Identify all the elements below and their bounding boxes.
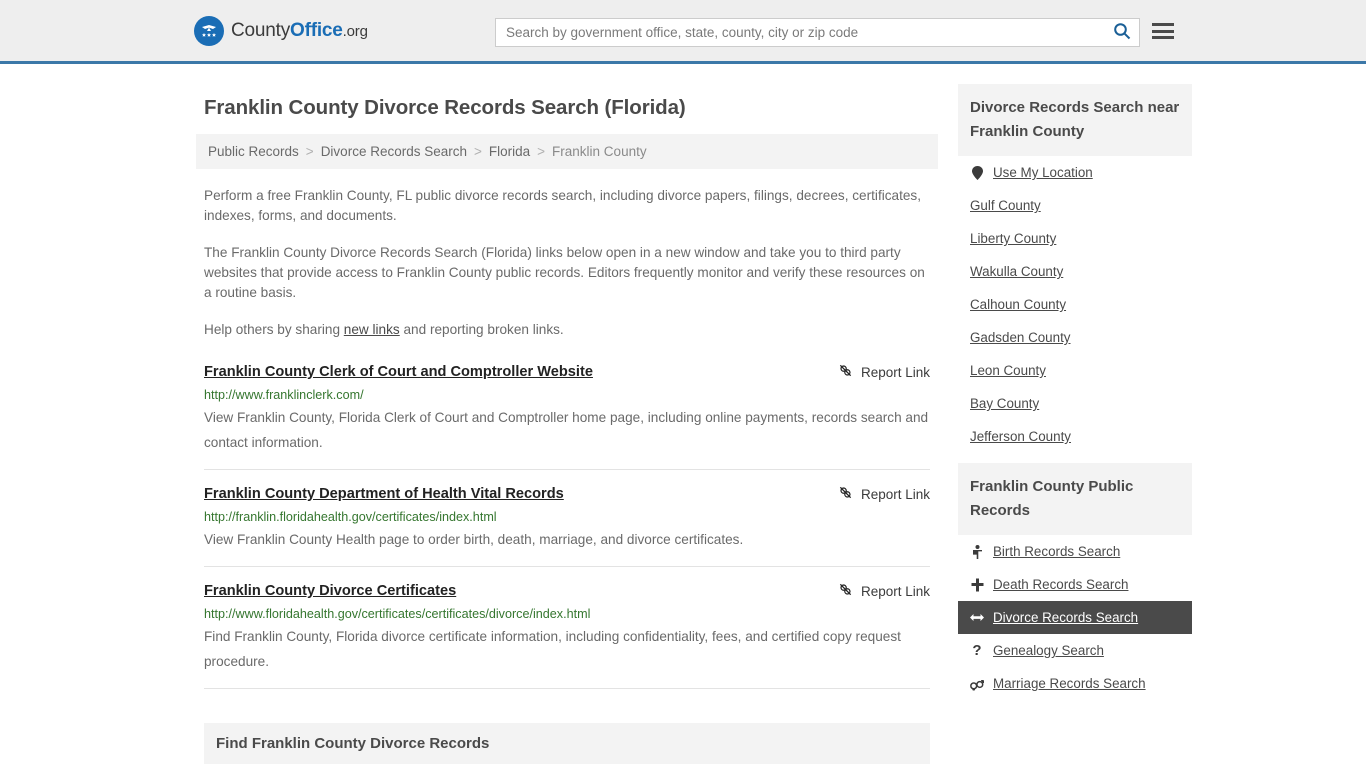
sidebar-panel-heading: Franklin County Public Records bbox=[958, 463, 1192, 535]
intro-paragraph-2: The Franklin County Divorce Records Sear… bbox=[204, 245, 925, 300]
site-logo[interactable]: CountyOffice.org bbox=[194, 15, 368, 46]
sidebar-item-label: Jefferson County bbox=[970, 429, 1071, 444]
cross-icon bbox=[970, 578, 984, 592]
result-description: View Franklin County Health page to orde… bbox=[204, 532, 744, 547]
question-mark-icon: ? bbox=[972, 642, 982, 659]
logo-text-county: County bbox=[231, 19, 291, 41]
report-link-label: Report Link bbox=[860, 486, 930, 502]
sidebar-item-label: Marriage Records Search bbox=[993, 676, 1146, 691]
breadcrumb-separator: > bbox=[537, 144, 546, 159]
result-url: http://www.franklinclerk.com/ bbox=[204, 388, 364, 402]
result-header: Franklin County Clerk of Court and Compt… bbox=[204, 362, 930, 382]
sidebar-item-label: Birth Records Search bbox=[993, 544, 1121, 559]
baby-icon bbox=[970, 544, 984, 559]
sidebar-item-label: Liberty County bbox=[970, 231, 1057, 246]
sidebar-item-label: Gulf County bbox=[970, 198, 1041, 213]
find-records-section-heading: Find Franklin County Divorce Records bbox=[204, 723, 930, 764]
report-link-label: Report Link bbox=[860, 364, 930, 380]
result-url: http://franklin.floridahealth.gov/certif… bbox=[204, 510, 497, 524]
sidebar-item-label: Leon County bbox=[970, 363, 1046, 378]
result-item: Franklin County Divorce Certificates Repo… bbox=[204, 567, 930, 689]
result-item: Franklin County Department of Health Vit… bbox=[204, 470, 930, 567]
result-description: Find Franklin County, Florida divorce ce… bbox=[204, 629, 901, 669]
sidebar-item-liberty-county[interactable]: Liberty County bbox=[958, 222, 1192, 255]
sidebar-item-genealogy-search[interactable]: ? Genealogy Search bbox=[958, 634, 1192, 667]
result-url: http://www.floridahealth.gov/certificate… bbox=[204, 607, 591, 621]
left-right-arrow-icon bbox=[970, 612, 984, 623]
result-item: Franklin County Clerk of Court and Compt… bbox=[204, 362, 930, 470]
sidebar-item-leon-county[interactable]: Leon County bbox=[958, 354, 1192, 387]
report-link-button[interactable]: Report Link bbox=[838, 362, 930, 381]
sidebar-panel: Franklin County Public Records Birth Reco… bbox=[958, 463, 1192, 700]
breadcrumb: Public Records > Divorce Records Search > Fl… bbox=[196, 134, 938, 169]
result-header: Franklin County Divorce Certificates Repo… bbox=[204, 581, 930, 601]
sidebar-item-label: Genealogy Search bbox=[993, 643, 1104, 658]
logo-text-org: .org bbox=[342, 22, 368, 40]
site-logo-text: CountyOffice.org bbox=[231, 20, 368, 42]
page-title: Franklin County Divorce Records Search (… bbox=[204, 96, 686, 119]
map-pin-icon bbox=[970, 165, 984, 180]
sidebar-item-bay-county[interactable]: Bay County bbox=[958, 387, 1192, 420]
result-title-link[interactable]: Franklin County Department of Health Vit… bbox=[204, 484, 564, 504]
sidebar-item-gulf-county[interactable]: Gulf County bbox=[958, 189, 1192, 222]
sidebar-item-marriage-records-search[interactable]: Marriage Records Search bbox=[958, 667, 1192, 700]
intro-p3-before: Help others by sharing bbox=[204, 322, 344, 337]
broken-link-icon bbox=[838, 485, 853, 503]
sidebar-panel-list: Birth Records Search Death Records Search… bbox=[958, 535, 1192, 700]
result-header: Franklin County Department of Health Vit… bbox=[204, 484, 930, 504]
main-content: Franklin County Divorce Records Search (… bbox=[196, 64, 938, 768]
sidebar-item-divorce-records-search[interactable]: Divorce Records Search bbox=[958, 601, 1192, 634]
eagle-stars-seal-icon bbox=[194, 15, 224, 46]
breadcrumb-item-4: Franklin County bbox=[552, 144, 647, 159]
new-links-link[interactable]: new links bbox=[344, 322, 400, 337]
results-list: Franklin County Clerk of Court and Compt… bbox=[196, 362, 938, 689]
report-link-label: Report Link bbox=[860, 583, 930, 599]
hamburger-menu-icon[interactable] bbox=[1152, 20, 1174, 42]
sidebar-item-gadsden-county[interactable]: Gadsden County bbox=[958, 321, 1192, 354]
result-title-link[interactable]: Franklin County Divorce Certificates bbox=[204, 581, 456, 601]
sidebar-panel-list: Use My Location Gulf County Liberty County… bbox=[958, 156, 1192, 453]
sidebar-item-wakulla-county[interactable]: Wakulla County bbox=[958, 255, 1192, 288]
broken-link-icon bbox=[838, 363, 853, 381]
sidebar-item-birth-records-search[interactable]: Birth Records Search bbox=[958, 535, 1192, 568]
intro-section: Perform a free Franklin County, FL publi… bbox=[196, 186, 938, 340]
search-input[interactable] bbox=[496, 19, 1105, 46]
search-button[interactable] bbox=[1105, 19, 1139, 46]
breadcrumb-item-3[interactable]: Florida bbox=[489, 144, 530, 159]
page-body: Franklin County Divorce Records Search (… bbox=[0, 64, 1366, 768]
sidebar-item-label: Bay County bbox=[970, 396, 1040, 411]
search-bar[interactable] bbox=[495, 18, 1140, 47]
search-icon bbox=[1113, 22, 1131, 43]
result-description: View Franklin County, Florida Clerk of C… bbox=[204, 410, 929, 450]
sidebar-item-label: Gadsden County bbox=[970, 330, 1071, 345]
intro-paragraph-1: Perform a free Franklin County, FL publi… bbox=[204, 188, 922, 223]
site-header: CountyOffice.org bbox=[0, 0, 1366, 64]
sidebar-item-label: Calhoun County bbox=[970, 297, 1067, 312]
breadcrumb-separator: > bbox=[305, 144, 314, 159]
breadcrumb-item-2[interactable]: Divorce Records Search bbox=[321, 144, 467, 159]
intro-paragraph-3: Help others by sharing new links and rep… bbox=[204, 320, 930, 340]
sidebar: Divorce Records Search near Franklin Cou… bbox=[958, 64, 1192, 768]
sidebar-item-calhoun-county[interactable]: Calhoun County bbox=[958, 288, 1192, 321]
sidebar-item-use-my-location[interactable]: Use My Location bbox=[958, 156, 1192, 189]
sidebar-item-label: Wakulla County bbox=[970, 264, 1064, 279]
breadcrumb-separator: > bbox=[474, 144, 482, 159]
result-title-link[interactable]: Franklin County Clerk of Court and Compt… bbox=[204, 362, 593, 382]
breadcrumb-item-1[interactable]: Public Records bbox=[208, 144, 299, 159]
sidebar-item-label: Divorce Records Search bbox=[993, 610, 1139, 625]
sidebar-item-death-records-search[interactable]: Death Records Search bbox=[958, 568, 1192, 601]
male-female-icon bbox=[970, 677, 984, 691]
report-link-button[interactable]: Report Link bbox=[838, 484, 930, 503]
logo-text-office: Office bbox=[290, 19, 343, 41]
sidebar-panel-heading: Divorce Records Search near Franklin Cou… bbox=[958, 84, 1192, 156]
sidebar-item-label: Use My Location bbox=[993, 165, 1093, 180]
intro-p3-after: and reporting broken links. bbox=[399, 322, 564, 337]
sidebar-item-label: Death Records Search bbox=[993, 577, 1129, 592]
broken-link-icon bbox=[838, 582, 853, 600]
report-link-button[interactable]: Report Link bbox=[838, 581, 930, 600]
sidebar-item-jefferson-county[interactable]: Jefferson County bbox=[958, 420, 1192, 453]
sidebar-panel: Divorce Records Search near Franklin Cou… bbox=[958, 84, 1192, 453]
